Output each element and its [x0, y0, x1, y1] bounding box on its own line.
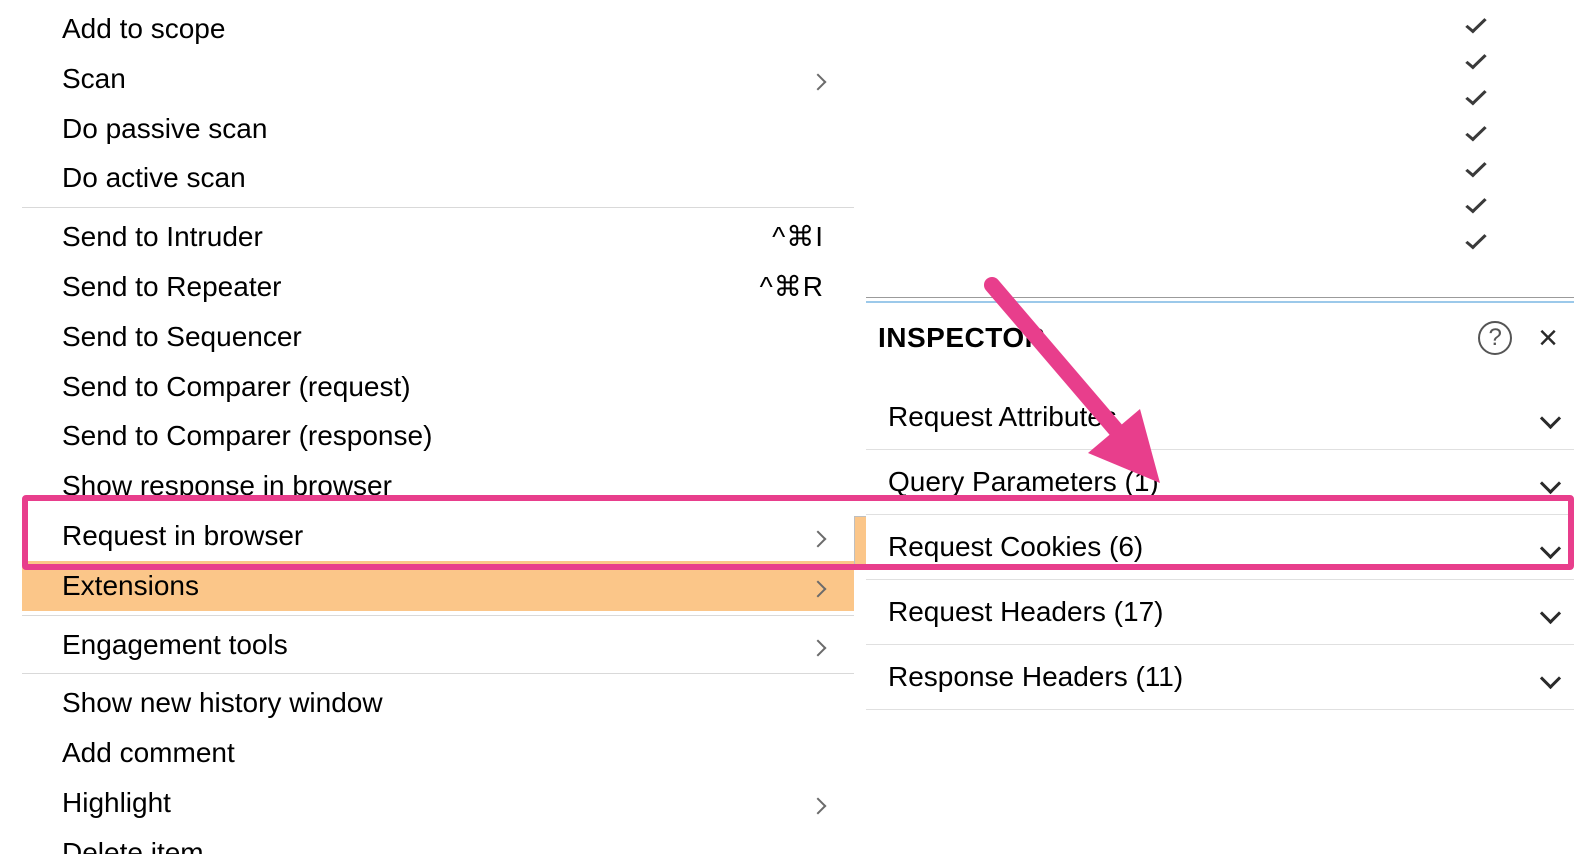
- menu-label: Do active scan: [62, 159, 824, 197]
- checkmark-icon: [1465, 194, 1489, 218]
- checkmark-icon: [1465, 230, 1489, 254]
- menu-group: Engagement tools: [22, 616, 854, 675]
- menu-item-scan[interactable]: Scan: [22, 54, 854, 104]
- inspector-row-label: Query Parameters (1): [888, 466, 1543, 498]
- menu-item-delete-item[interactable]: Delete item: [22, 828, 854, 854]
- menu-item-send-to-intruder[interactable]: Send to Intruder ^⌘I: [22, 212, 854, 262]
- menu-shortcut: ^⌘R: [760, 268, 824, 306]
- menu-group: Send to Intruder ^⌘I Send to Repeater ^⌘…: [22, 208, 854, 615]
- menu-item-highlight[interactable]: Highlight: [22, 778, 854, 828]
- inspector-row-label: Request Headers (17): [888, 596, 1543, 628]
- chevron-down-icon: [1543, 531, 1558, 563]
- menu-label: Do passive scan: [62, 110, 824, 148]
- menu-label: Add comment: [62, 734, 824, 772]
- checkmark-icon: [1465, 50, 1489, 74]
- menu-label: Highlight: [62, 784, 802, 822]
- chevron-down-icon: [1543, 466, 1558, 498]
- chevron-right-icon: [802, 567, 824, 605]
- menu-item-engagement-tools[interactable]: Engagement tools: [22, 620, 854, 670]
- chevron-down-icon: [1543, 596, 1558, 628]
- menu-item-show-new-history-window[interactable]: Show new history window: [22, 678, 854, 728]
- context-menu: Add to scope Scan Do passive scan Do act…: [22, 0, 854, 854]
- checkmark-icon: [1465, 14, 1489, 38]
- inspector-title: INSPECTOR: [878, 322, 1478, 354]
- menu-label: Scan: [62, 60, 802, 98]
- inspector-row-label: Request Cookies (6): [888, 531, 1543, 563]
- inspector-row-request-headers[interactable]: Request Headers (17): [866, 580, 1574, 645]
- menu-label: Send to Intruder: [62, 218, 772, 256]
- chevron-down-icon: [1543, 661, 1558, 693]
- menu-shortcut: ^⌘I: [772, 218, 824, 256]
- checkmark-icon: [1465, 122, 1489, 146]
- menu-item-send-to-repeater[interactable]: Send to Repeater ^⌘R: [22, 262, 854, 312]
- menu-item-request-in-browser[interactable]: Request in browser: [22, 511, 854, 561]
- inspector-row-query-parameters[interactable]: Query Parameters (1): [866, 450, 1574, 515]
- menu-label: Send to Comparer (request): [62, 368, 824, 406]
- menu-item-show-response-in-browser[interactable]: Show response in browser: [22, 461, 854, 511]
- menu-group: Add to scope Scan Do passive scan Do act…: [22, 0, 854, 208]
- chevron-right-icon: [802, 60, 824, 98]
- menu-item-add-to-scope[interactable]: Add to scope: [22, 4, 854, 54]
- menu-item-send-to-comparer-resp[interactable]: Send to Comparer (response): [22, 411, 854, 461]
- checkmark-icon: [1465, 158, 1489, 182]
- menu-item-do-active-scan[interactable]: Do active scan: [22, 153, 854, 203]
- menu-item-add-comment[interactable]: Add comment: [22, 728, 854, 778]
- menu-label: Add to scope: [62, 10, 824, 48]
- menu-item-do-passive-scan[interactable]: Do passive scan: [22, 104, 854, 154]
- inspector-row-response-headers[interactable]: Response Headers (11): [866, 645, 1574, 710]
- menu-item-send-to-sequencer[interactable]: Send to Sequencer: [22, 312, 854, 362]
- inspector-row-request-cookies[interactable]: Request Cookies (6): [866, 515, 1574, 580]
- chevron-right-icon: [802, 517, 824, 555]
- inspector-row-label: Request Attributes: [888, 401, 1543, 433]
- menu-label: Send to Sequencer: [62, 318, 824, 356]
- menu-group: Show new history window Add comment High…: [22, 674, 854, 854]
- inspector-row-request-attributes[interactable]: Request Attributes: [866, 385, 1574, 450]
- checkmark-icon: [1465, 86, 1489, 110]
- help-icon[interactable]: ?: [1478, 321, 1512, 355]
- menu-label: Request in browser: [62, 517, 802, 555]
- chevron-right-icon: [802, 784, 824, 822]
- inspector-row-label: Response Headers (11): [888, 661, 1543, 693]
- divider: [866, 297, 1574, 298]
- menu-item-send-to-comparer-req[interactable]: Send to Comparer (request): [22, 362, 854, 412]
- chevron-down-icon: [1543, 401, 1558, 433]
- menu-label: Send to Comparer (response): [62, 417, 824, 455]
- menu-item-extensions[interactable]: Extensions: [22, 561, 854, 611]
- chevron-right-icon: [802, 626, 824, 664]
- inspector-header: INSPECTOR ? ×: [866, 303, 1574, 385]
- menu-label: Delete item: [62, 834, 824, 854]
- menu-label: Show new history window: [62, 684, 824, 722]
- menu-label: Extensions: [62, 567, 802, 605]
- menu-label: Show response in browser: [62, 467, 824, 505]
- menu-label: Engagement tools: [62, 626, 802, 664]
- close-icon[interactable]: ×: [1538, 321, 1558, 355]
- menu-label: Send to Repeater: [62, 268, 760, 306]
- checkmarks-column: [1465, 14, 1489, 254]
- inspector-panel: INSPECTOR ? × Request Attributes Query P…: [866, 303, 1574, 710]
